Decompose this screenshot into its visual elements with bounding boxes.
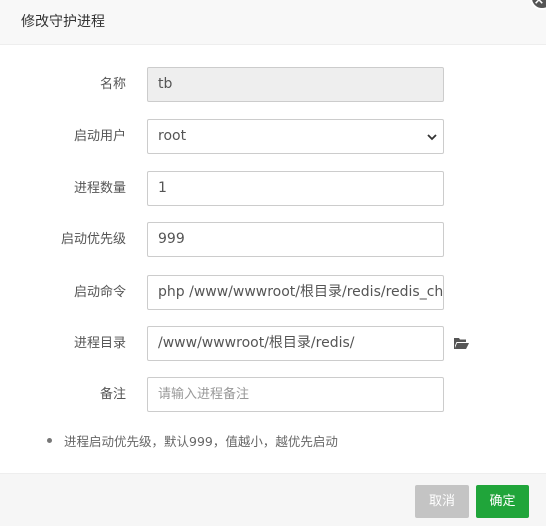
- chevron-down-icon: [427, 134, 437, 141]
- form-row-name: 名称 tb: [0, 67, 546, 103]
- cancel-button[interactable]: 取消: [415, 485, 469, 518]
- form-row-directory: 进程目录 /www/wwwroot/根目录/redis/: [0, 326, 546, 362]
- command-label: 启动命令: [73, 285, 126, 300]
- dialog-title: 修改守护进程: [21, 14, 105, 30]
- directory-input[interactable]: /www/wwwroot/根目录/redis/: [147, 326, 444, 361]
- directory-label: 进程目录: [73, 336, 126, 351]
- name-label: 名称: [99, 77, 126, 92]
- count-input[interactable]: 1: [147, 171, 444, 206]
- form-row-count: 进程数量 1: [0, 171, 546, 207]
- remark-input[interactable]: 请输入进程备注: [147, 377, 444, 412]
- bullet-icon: [47, 438, 52, 443]
- dialog-footer: 取消 确定: [0, 473, 546, 526]
- form-row-priority: 启动优先级 999: [0, 222, 546, 258]
- priority-tip-text: 进程启动优先级，默认999，值越小，越优先启动: [64, 434, 338, 449]
- close-icon: ×: [533, 0, 545, 8]
- dialog-title-bar: 修改守护进程: [0, 0, 546, 45]
- priority-input[interactable]: 999: [147, 222, 444, 257]
- confirm-button[interactable]: 确定: [476, 485, 529, 518]
- user-label: 启动用户: [73, 129, 126, 144]
- remark-label: 备注: [99, 387, 126, 402]
- count-label: 进程数量: [73, 181, 126, 196]
- user-select-value: root: [158, 128, 187, 144]
- folder-open-icon[interactable]: [453, 336, 470, 351]
- priority-label: 启动优先级: [60, 232, 126, 247]
- form-row-remark: 备注 请输入进程备注: [0, 377, 546, 413]
- priority-tip: 进程启动优先级，默认999，值越小，越优先启动: [47, 434, 338, 450]
- form-row-user: 启动用户 root: [0, 119, 546, 155]
- command-input[interactable]: php /www/wwwroot/根目录/redis/redis_chu.php: [147, 275, 444, 310]
- edit-daemon-dialog: 修改守护进程 × 名称 tb 启动用户 root 进程数量 1 启动优先级 99…: [0, 0, 546, 526]
- user-select[interactable]: root: [147, 119, 444, 154]
- name-field[interactable]: tb: [147, 67, 444, 102]
- form-row-command: 启动命令 php /www/wwwroot/根目录/redis/redis_ch…: [0, 275, 546, 311]
